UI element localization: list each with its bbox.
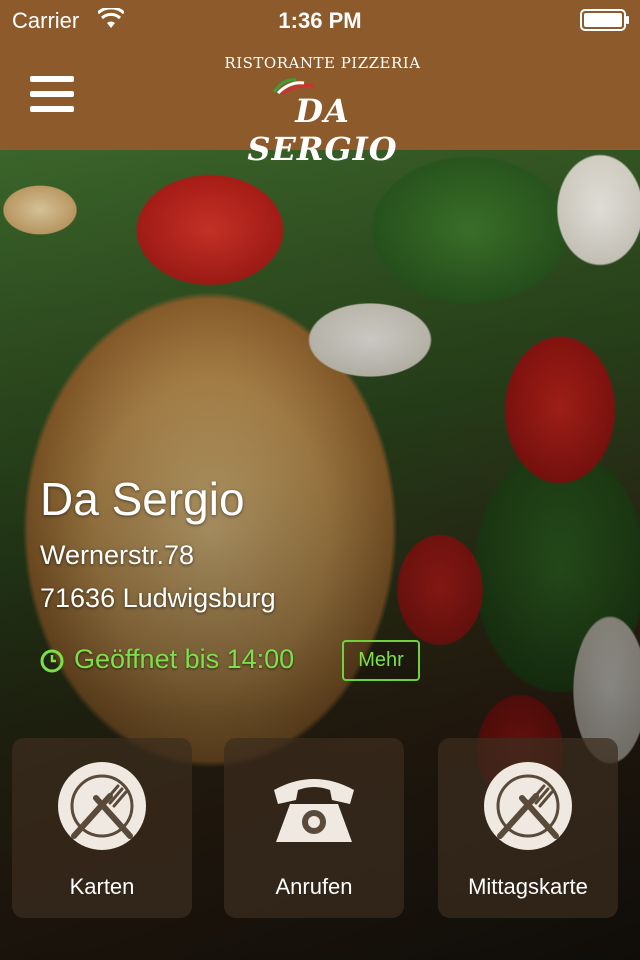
- tile-karten[interactable]: Karten: [12, 738, 192, 918]
- opening-status-text: Geöffnet bis 14:00: [74, 644, 295, 674]
- app-header: Carrier 1:36 PM RISTORANTE PIZZERIA DA S…: [0, 0, 640, 168]
- battery-icon: [580, 9, 629, 31]
- restaurant-name: Da Sergio: [40, 473, 245, 525]
- tile-label-mittagskarte: Mittagskarte: [468, 874, 588, 899]
- address-street: Wernerstr.78: [40, 540, 195, 570]
- address-city: 71636 Ludwigsburg: [40, 583, 276, 613]
- plate-cutlery-icon: [58, 762, 146, 850]
- clock-icon: [40, 649, 64, 673]
- tile-label-anrufen: Anrufen: [275, 874, 353, 899]
- status-bar: Carrier 1:36 PM: [0, 0, 640, 40]
- tile-anrufen[interactable]: Anrufen: [224, 738, 404, 918]
- logo-subtitle: RISTORANTE PIZZERIA: [224, 54, 421, 72]
- tile-mittagskarte[interactable]: Mittagskarte: [438, 738, 618, 918]
- restaurant-logo: RISTORANTE PIZZERIA DA SERGIO: [215, 50, 430, 168]
- telephone-icon: [274, 779, 354, 842]
- tile-label-karten: Karten: [69, 874, 135, 899]
- plate-cutlery-icon: [484, 762, 572, 850]
- hamburger-menu-icon[interactable]: [30, 76, 74, 112]
- status-time: 1:36 PM: [278, 8, 362, 33]
- more-info-button[interactable]: Mehr: [342, 640, 420, 681]
- logo-title: DA SERGIO: [247, 92, 398, 168]
- italian-flag-swoosh-icon: [272, 78, 315, 94]
